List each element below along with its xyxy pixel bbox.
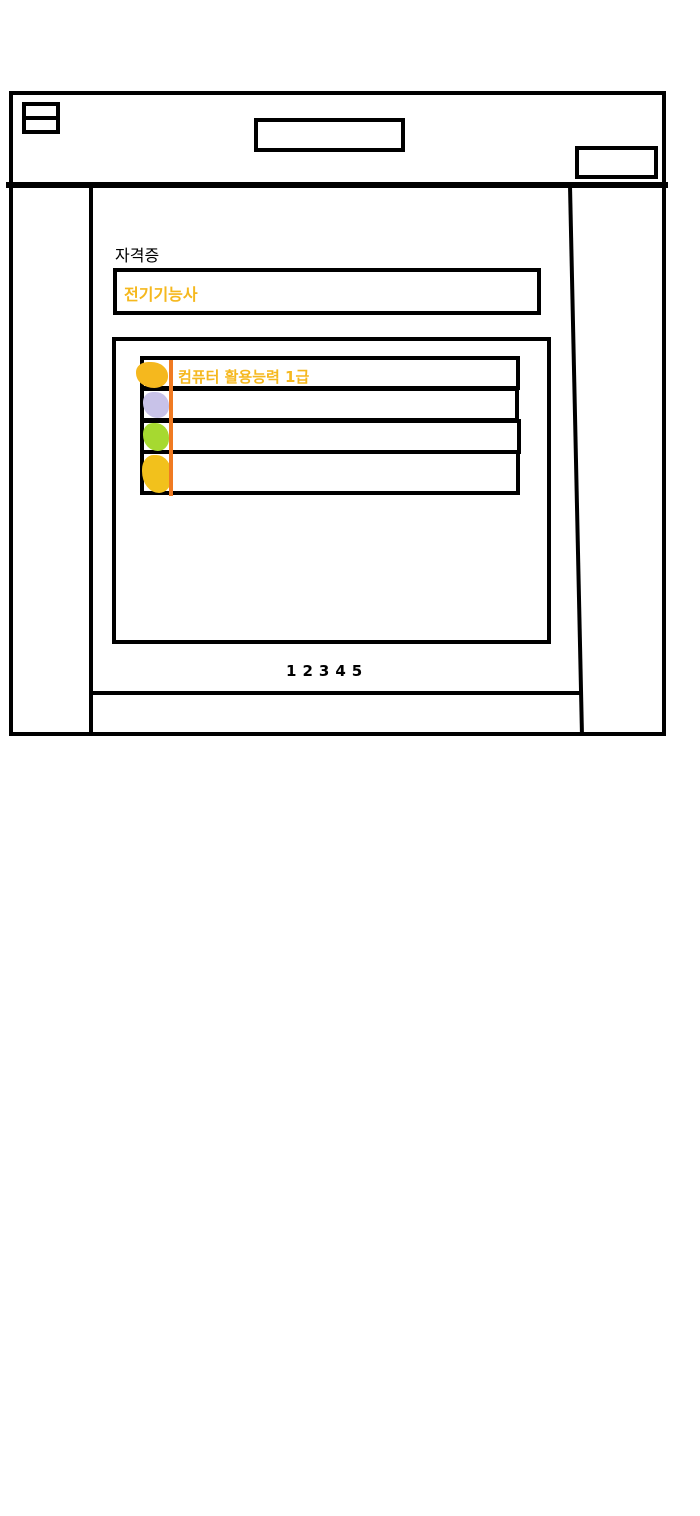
page-link-4[interactable]: 4 bbox=[335, 662, 345, 680]
pagination: 1 2 3 4 5 bbox=[286, 662, 362, 680]
page-link-2[interactable]: 2 bbox=[302, 662, 312, 680]
list-accent-divider bbox=[169, 360, 173, 496]
list-item[interactable] bbox=[140, 419, 521, 454]
section-label: 자격증 bbox=[115, 246, 160, 265]
certificate-input-value: 전기기능사 bbox=[124, 285, 198, 304]
left-sidebar-divider bbox=[89, 186, 93, 734]
page-link-3[interactable]: 3 bbox=[319, 662, 329, 680]
footer-divider bbox=[90, 691, 580, 695]
list-item-label: 컴퓨터 활용능력 1급 bbox=[178, 368, 310, 386]
right-sidebar-divider bbox=[568, 186, 584, 737]
header-action-button[interactable] bbox=[575, 146, 658, 179]
menu-icon-bar bbox=[22, 116, 60, 120]
green-blob-icon bbox=[143, 423, 169, 451]
list-item[interactable] bbox=[140, 387, 519, 422]
header-title-placeholder bbox=[254, 118, 405, 152]
list-item[interactable] bbox=[140, 450, 520, 495]
page-link-5[interactable]: 5 bbox=[352, 662, 362, 680]
page-link-1[interactable]: 1 bbox=[286, 662, 296, 680]
lavender-blob-icon bbox=[143, 392, 169, 418]
